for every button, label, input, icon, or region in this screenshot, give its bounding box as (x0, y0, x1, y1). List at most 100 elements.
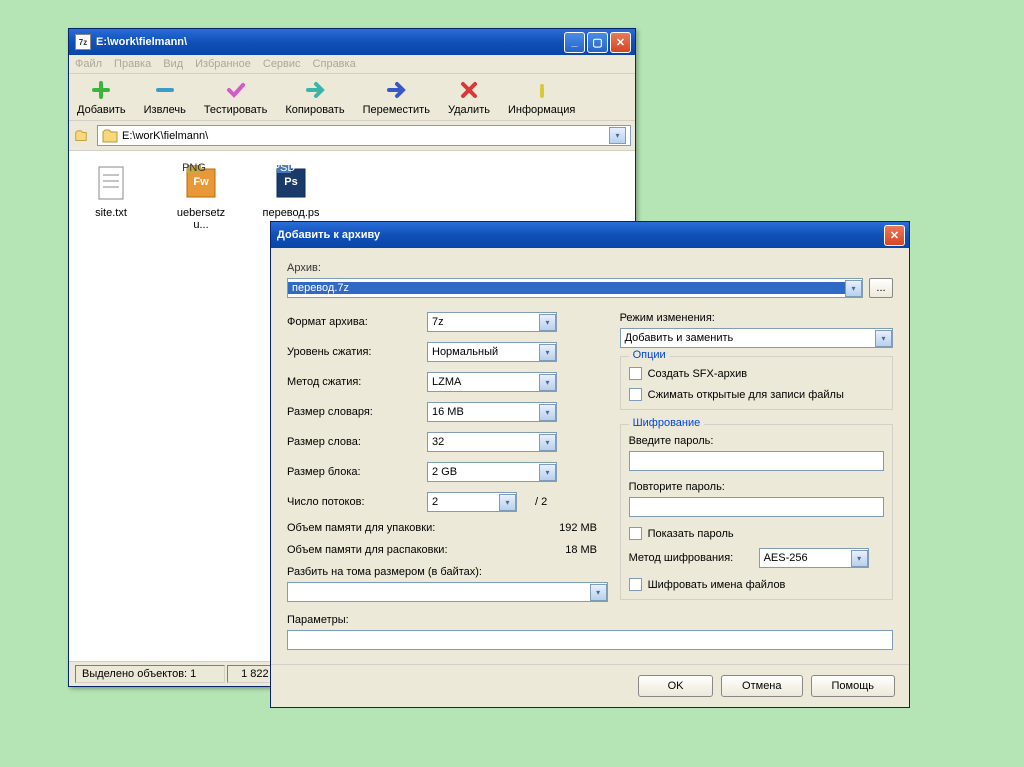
format-combo[interactable]: 7z▾ (427, 312, 557, 332)
mem-pack-label: Объем памяти для упаковки: (287, 522, 537, 534)
method-label: Метод сжатия: (287, 376, 427, 388)
archive-label: Архив: (287, 262, 321, 274)
chevron-down-icon[interactable]: ▾ (539, 314, 556, 331)
plus-icon (89, 78, 113, 102)
window-title: E:\work\fielmann\ (96, 36, 564, 48)
cancel-button[interactable]: Отмена (721, 675, 802, 697)
level-label: Уровень сжатия: (287, 346, 427, 358)
chevron-down-icon[interactable]: ▾ (539, 434, 556, 451)
svg-text:Ps: Ps (284, 176, 297, 188)
file-item[interactable]: site.txt (81, 163, 141, 649)
add-archive-dialog: Добавить к архиву ✕ Архив: перевод.7z ▾ … (270, 221, 910, 708)
enc-method-combo[interactable]: AES-256▾ (759, 548, 869, 568)
chevron-down-icon[interactable]: ▾ (590, 584, 607, 601)
file-icon: Fw PNG (181, 163, 221, 203)
toolbar-Удалить[interactable]: Удалить (448, 78, 490, 116)
encrypt-names-checkbox[interactable] (629, 578, 642, 591)
menubar: Файл Правка Вид Избранное Сервис Справка (69, 55, 635, 74)
toolbar-Переместить[interactable]: Переместить (363, 78, 430, 116)
open-files-checkbox[interactable] (629, 388, 642, 401)
threads-label: Число потоков: (287, 496, 427, 508)
check-icon (224, 78, 248, 102)
password-input[interactable] (629, 451, 884, 471)
mode-label: Режим изменения: (620, 312, 893, 324)
app-icon: 7z (75, 34, 91, 50)
params-label: Параметры: (287, 614, 893, 626)
menu-edit[interactable]: Правка (114, 58, 151, 70)
chevron-down-icon[interactable]: ▾ (851, 550, 868, 567)
word-label: Размер слова: (287, 436, 427, 448)
open-files-label: Сжимать открытые для записи файлы (648, 389, 844, 401)
split-label: Разбить на тома размером (в байтах): (287, 566, 608, 578)
arrow-icon (384, 78, 408, 102)
menu-help[interactable]: Справка (313, 58, 356, 70)
minus-icon (153, 78, 177, 102)
menu-favorites[interactable]: Избранное (195, 58, 251, 70)
show-password-label: Показать пароль (648, 528, 734, 540)
file-icon: PsPSD (271, 163, 311, 203)
word-combo[interactable]: 32▾ (427, 432, 557, 452)
password2-label: Повторите пароль: (629, 481, 884, 493)
toolbar-Информация[interactable]: Информация (508, 78, 575, 116)
mode-combo[interactable]: Добавить и заменить▾ (620, 328, 893, 348)
encryption-title: Шифрование (629, 417, 705, 429)
toolbar-Извлечь[interactable]: Извлечь (144, 78, 186, 116)
file-label: uebersetzu... (171, 207, 231, 231)
chevron-down-icon[interactable]: ▾ (499, 494, 516, 511)
chevron-down-icon[interactable]: ▾ (539, 374, 556, 391)
method-combo[interactable]: LZMA▾ (427, 372, 557, 392)
file-label: site.txt (95, 207, 127, 219)
block-combo[interactable]: 2 GB▾ (427, 462, 557, 482)
svg-text:Fw: Fw (193, 176, 209, 188)
path-input[interactable]: E:\worK\fielmann\ ▾ (97, 125, 631, 146)
chevron-down-icon[interactable]: ▾ (539, 404, 556, 421)
chevron-down-icon[interactable]: ▾ (539, 344, 556, 361)
password-label: Введите пароль: (629, 435, 884, 447)
chevron-down-icon[interactable]: ▾ (539, 464, 556, 481)
menu-file[interactable]: Файл (75, 58, 102, 70)
status-selected: Выделено объектов: 1 (75, 665, 225, 683)
mem-pack-value: 192 MB (537, 522, 597, 534)
block-label: Размер блока: (287, 466, 427, 478)
close-button[interactable]: ✕ (610, 32, 631, 53)
path-dropdown-icon[interactable]: ▾ (609, 127, 626, 144)
minimize-button[interactable]: _ (564, 32, 585, 53)
toolbar-Добавить[interactable]: Добавить (77, 78, 126, 116)
split-combo[interactable]: ▾ (287, 582, 608, 602)
main-titlebar: 7z E:\work\fielmann\ _ ▢ ✕ (69, 29, 635, 55)
mem-unpack-label: Объем памяти для распаковки: (287, 544, 537, 556)
dict-combo[interactable]: 16 MB▾ (427, 402, 557, 422)
toolbar: Добавить Извлечь Тестировать Копировать Пере… (69, 74, 635, 121)
file-icon (91, 163, 131, 203)
encryption-group: Шифрование Введите пароль: Повторите пар… (620, 424, 893, 600)
browse-button[interactable]: ... (869, 278, 893, 298)
svg-text:PNG: PNG (182, 163, 206, 174)
file-item[interactable]: Fw PNG uebersetzu... (171, 163, 231, 649)
chevron-down-icon[interactable]: ▾ (875, 330, 892, 347)
ok-button[interactable]: OK (638, 675, 713, 697)
params-input[interactable] (287, 630, 893, 650)
chevron-down-icon[interactable]: ▾ (845, 280, 862, 297)
mem-unpack-value: 18 MB (537, 544, 597, 556)
threads-combo[interactable]: 2▾ (427, 492, 517, 512)
options-title: Опции (629, 349, 670, 361)
dialog-close-button[interactable]: ✕ (884, 225, 905, 246)
help-button[interactable]: Помощь (811, 675, 896, 697)
dialog-title: Добавить к архиву (277, 229, 884, 241)
archive-combo[interactable]: перевод.7z ▾ (287, 278, 863, 298)
dialog-titlebar: Добавить к архиву ✕ (271, 222, 909, 248)
toolbar-Тестировать[interactable]: Тестировать (204, 78, 268, 116)
toolbar-Копировать[interactable]: Копировать (285, 78, 344, 116)
show-password-checkbox[interactable] (629, 527, 642, 540)
archive-value: перевод.7z (288, 282, 845, 294)
enc-method-label: Метод шифрования: (629, 552, 759, 564)
sfx-checkbox[interactable] (629, 367, 642, 380)
menu-tools[interactable]: Сервис (263, 58, 301, 70)
password2-input[interactable] (629, 497, 884, 517)
up-icon[interactable] (73, 129, 89, 143)
arrow-icon (303, 78, 327, 102)
pathbar: E:\worK\fielmann\ ▾ (69, 121, 635, 151)
maximize-button[interactable]: ▢ (587, 32, 608, 53)
menu-view[interactable]: Вид (163, 58, 183, 70)
level-combo[interactable]: Нормальный▾ (427, 342, 557, 362)
